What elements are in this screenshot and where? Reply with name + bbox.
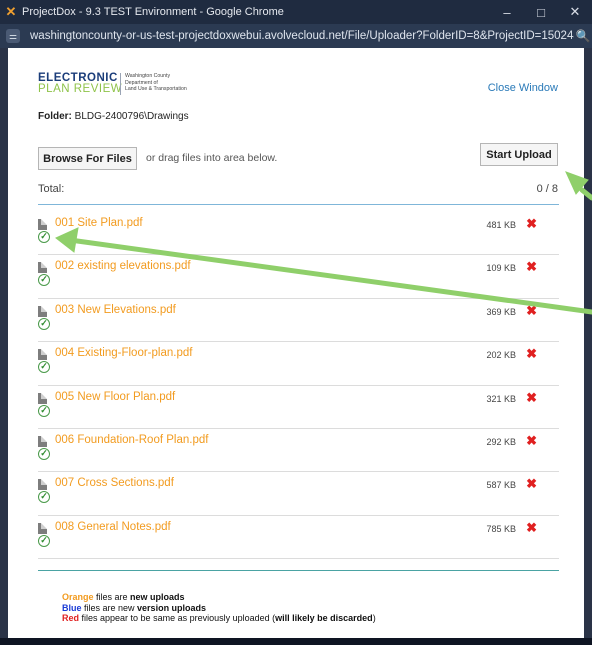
file-row: 008 General Notes.pdf ✓ 785 KB ✖ <box>38 516 559 560</box>
title-bar: ✕ ProjectDox - 9.3 TEST Environment - Go… <box>0 0 592 24</box>
file-name: 005 New Floor Plan.pdf <box>55 390 176 403</box>
file-name: 004 Existing-Floor-plan.pdf <box>55 347 193 360</box>
check-circle-icon: ✓ <box>38 491 50 504</box>
file-size: 481 KB <box>486 220 516 230</box>
remove-file-icon[interactable]: ✖ <box>526 303 537 318</box>
file-name: 007 Cross Sections.pdf <box>55 477 174 490</box>
document-icon <box>38 435 47 447</box>
file-name: 001 Site Plan.pdf <box>55 217 143 229</box>
folder-path: BLDG-2400796\Drawings <box>74 111 189 122</box>
remove-file-icon[interactable]: ✖ <box>526 433 537 448</box>
tune-icon[interactable]: ⚌ <box>6 29 20 43</box>
document-icon <box>38 522 47 534</box>
file-row: 003 New Elevations.pdf ✓ 369 KB ✖ <box>38 299 559 343</box>
electronic-plan-review-logo: ELECTRONIC PLAN REVIEW Washington County… <box>38 72 218 102</box>
remove-file-icon[interactable]: ✖ <box>526 217 537 231</box>
file-row: 004 Existing-Floor-plan.pdf ✓ 202 KB ✖ <box>38 342 559 386</box>
x-logo-icon: ✕ <box>5 4 17 19</box>
document-icon <box>38 219 47 230</box>
remove-file-icon[interactable]: ✖ <box>526 260 537 274</box>
uploader-page: ELECTRONIC PLAN REVIEW Washington County… <box>8 48 584 638</box>
document-icon <box>38 392 47 404</box>
file-row: 002 existing elevations.pdf ✓ 109 KB ✖ <box>38 255 559 299</box>
divider <box>38 204 559 205</box>
legend-orange: Orange files are new uploads <box>62 592 185 602</box>
browse-files-button[interactable]: Browse For Files <box>38 147 137 170</box>
check-circle-icon: ✓ <box>38 447 50 460</box>
file-size: 369 KB <box>486 306 516 317</box>
check-circle-icon: ✓ <box>38 534 50 547</box>
logo-org-line-3: Land Use & Transportation <box>125 86 187 92</box>
window-title: ProjectDox - 9.3 TEST Environment - Goog… <box>22 6 284 18</box>
check-circle-icon: ✓ <box>38 361 50 374</box>
maximize-button[interactable]: □ <box>524 5 558 20</box>
taskbar-strip <box>0 638 592 645</box>
document-icon <box>38 349 47 361</box>
legend-divider <box>38 570 559 571</box>
document-icon <box>38 479 47 491</box>
file-name: 002 existing elevations.pdf <box>55 260 191 273</box>
document-icon <box>38 262 47 274</box>
logo-org-line-1: Washington County <box>125 73 171 79</box>
logo-org: Washington County Department of Land Use… <box>125 73 187 93</box>
logo-org-line-2: Department of <box>125 79 158 86</box>
url-text[interactable]: washingtoncounty-or-us-test-projectdoxwe… <box>30 30 574 42</box>
file-name: 006 Foundation-Roof Plan.pdf <box>55 433 209 446</box>
zoom-icon[interactable]: 🔍 <box>574 29 592 43</box>
file-name: 003 New Elevations.pdf <box>55 303 176 316</box>
legend-blue: Blue files are new version uploads <box>62 602 207 613</box>
legend-red: Red files appear to be same as previousl… <box>62 613 376 623</box>
file-row: 006 Foundation-Roof Plan.pdf ✓ 292 KB ✖ <box>38 429 559 473</box>
check-circle-icon: ✓ <box>38 274 50 287</box>
file-row: 007 Cross Sections.pdf ✓ 587 KB ✖ <box>38 472 559 516</box>
file-size: 785 KB <box>486 523 516 534</box>
file-name: 008 General Notes.pdf <box>55 520 171 533</box>
total-count: 0 / 8 <box>536 183 558 195</box>
remove-file-icon[interactable]: ✖ <box>526 390 537 405</box>
check-circle-icon: ✓ <box>38 404 50 417</box>
logo-divider <box>120 73 121 95</box>
file-size: 587 KB <box>486 480 516 491</box>
file-size: 321 KB <box>486 393 516 404</box>
file-row: 005 New Floor Plan.pdf ✓ 321 KB ✖ <box>38 386 559 429</box>
close-button[interactable]: ✕ <box>558 4 592 20</box>
color-legend: Orange files are new uploads Blue files … <box>62 592 376 624</box>
file-size: 109 KB <box>486 263 516 274</box>
browser-window: ✕ ProjectDox - 9.3 TEST Environment - Go… <box>0 0 592 645</box>
file-size: 202 KB <box>486 350 516 361</box>
minimize-button[interactable]: – <box>490 5 524 20</box>
total-label: Total: <box>38 183 65 195</box>
document-icon <box>38 305 47 317</box>
remove-file-icon[interactable]: ✖ <box>526 520 537 535</box>
drag-hint: or drag files into area below. <box>146 152 278 164</box>
file-size: 292 KB <box>486 436 516 447</box>
file-list[interactable]: 001 Site Plan.pdf ✓ 481 KB ✖ 002 existin… <box>38 212 559 560</box>
close-window-link[interactable]: Close Window <box>488 82 558 94</box>
folder-label: Folder: <box>38 111 72 122</box>
check-circle-icon: ✓ <box>38 231 50 243</box>
file-row: 001 Site Plan.pdf ✓ 481 KB ✖ <box>38 212 559 256</box>
check-circle-icon: ✓ <box>38 317 50 330</box>
start-upload-button[interactable]: Start Upload <box>480 143 558 166</box>
logo-line-2: PLAN REVIEW <box>38 83 123 95</box>
remove-file-icon[interactable]: ✖ <box>526 347 537 361</box>
remove-file-icon[interactable]: ✖ <box>526 477 537 491</box>
folder-info: Folder: BLDG-2400796\Drawings <box>38 111 189 122</box>
address-bar[interactable]: ⚌ washingtoncounty-or-us-test-projectdox… <box>0 24 592 48</box>
